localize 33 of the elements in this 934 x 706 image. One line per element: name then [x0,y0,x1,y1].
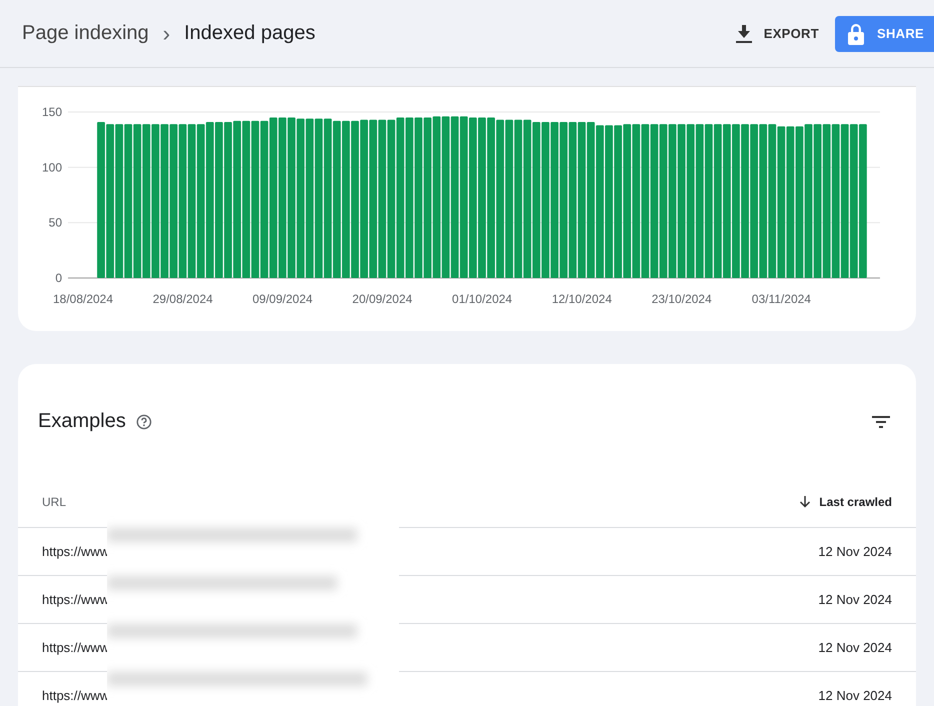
export-button[interactable]: EXPORT [736,18,819,48]
chevron-icon: › [162,20,170,46]
y-axis-label: 50 [48,216,62,230]
date-cell: 12 Nov 2024 [818,544,892,559]
url-cell[interactable]: https://www [42,688,110,703]
date-cell: 12 Nov 2024 [818,640,892,655]
y-axis-label: 100 [42,160,62,174]
lock-icon [846,22,865,44]
arrow-down-icon [799,496,812,508]
x-axis-label: 23/10/2024 [652,292,712,306]
x-axis-label: 20/09/2024 [352,292,412,306]
page-title: Indexed pages [184,22,316,45]
x-axis-label: 01/10/2024 [452,292,512,306]
y-axis-label: 0 [55,271,62,285]
filter-icon[interactable] [872,416,890,428]
y-axis-label: 150 [42,105,62,119]
help-icon[interactable] [136,414,152,430]
column-header[interactable]: URL [42,495,66,509]
x-axis-label: 12/10/2024 [552,292,612,306]
date-cell: 12 Nov 2024 [818,592,892,607]
share-button[interactable]: SHARE [834,16,934,52]
url-cell[interactable]: https://www [42,640,110,655]
section-title: Examples [38,410,126,433]
url-cell[interactable]: https://www [42,592,110,607]
date-cell: 12 Nov 2024 [818,688,892,703]
x-axis-label: 09/09/2024 [252,292,313,306]
breadcrumb-link[interactable]: Page indexing [22,22,149,45]
column-header[interactable]: Last crawled [799,495,892,509]
x-axis-label: 18/08/2024 [52,292,114,306]
url-cell[interactable]: https://www [42,544,110,559]
download-icon [736,24,752,42]
x-axis-label: 29/08/2024 [152,292,213,306]
x-axis-label: 03/11/2024 [752,292,811,306]
